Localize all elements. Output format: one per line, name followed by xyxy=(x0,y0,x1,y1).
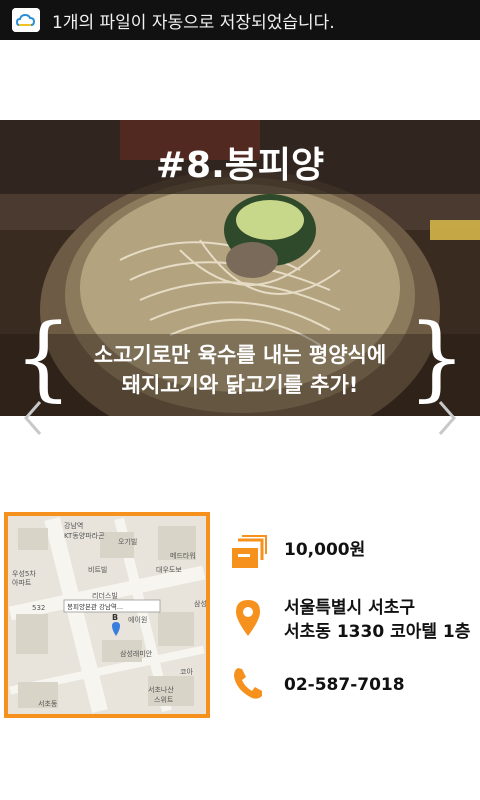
phone-text[interactable]: 02-587-7018 xyxy=(284,673,405,697)
svg-text:서초나산: 서초나산 xyxy=(148,685,174,694)
svg-text:삼성: 삼성 xyxy=(194,599,206,608)
svg-text:강남역: 강남역 xyxy=(64,521,83,530)
svg-text:아파트: 아파트 xyxy=(12,578,32,587)
next-arrow-icon[interactable] xyxy=(436,400,458,436)
svg-text:KT동양파라곤: KT동양파라곤 xyxy=(64,531,105,540)
cloud-icon xyxy=(12,8,40,32)
address-block: 서울특별시 서초구 서초동 1330 코아텔 1층 xyxy=(284,596,470,644)
svg-text:532: 532 xyxy=(32,604,45,612)
phone-icon xyxy=(234,668,262,699)
address-line-1: 서울특별시 서초구 xyxy=(284,598,416,618)
svg-text:에이원: 에이원 xyxy=(128,615,147,624)
previous-arrow-icon[interactable] xyxy=(22,400,44,436)
restaurant-title: #8.봉피양 xyxy=(155,145,325,186)
svg-text:우성5차: 우성5차 xyxy=(12,569,36,578)
ticket-icon xyxy=(232,535,267,568)
svg-text:서초동: 서초동 xyxy=(38,699,58,708)
map-popup-text: 봉피양본관 강남역... xyxy=(67,602,123,611)
svg-text:삼성래미안: 삼성래미안 xyxy=(120,649,153,658)
svg-text:비트빌: 비트빌 xyxy=(88,565,107,574)
location-pin-icon xyxy=(236,600,260,636)
svg-text:대우도보: 대우도보 xyxy=(156,566,182,574)
status-bar: 1개의 파일이 자동으로 저장되었습니다. xyxy=(0,0,480,40)
svg-text:코아: 코아 xyxy=(180,667,193,676)
hero-image[interactable]: #8.봉피양 { } 소고기로만 육수를 내는 평양식에 돼지고기와 닭고기를 … xyxy=(0,120,480,416)
map-graphic: 강남역 KT동양파라곤 오기빌 비트빌 리더스빌 우성5차 아파트 532 메드… xyxy=(8,516,206,714)
svg-text:스위트: 스위트 xyxy=(154,696,174,704)
hero-caption: 소고기로만 육수를 내는 평양식에 돼지고기와 닭고기를 추가! xyxy=(60,340,420,400)
address-line-2: 서초동 1330 코아텔 1층 xyxy=(284,622,471,642)
svg-text:리더스빌: 리더스빌 xyxy=(92,591,118,600)
caption-line-2: 돼지고기와 닭고기를 추가! xyxy=(121,373,359,397)
notification-text: 1개의 파일이 자동으로 저장되었습니다. xyxy=(52,13,335,33)
location-map[interactable]: 강남역 KT동양파라곤 오기빌 비트빌 리더스빌 우성5차 아파트 532 메드… xyxy=(4,512,210,718)
map-pin-label: B xyxy=(112,613,118,622)
svg-text:오기빌: 오기빌 xyxy=(118,537,137,546)
svg-text:메드타워: 메드타워 xyxy=(170,551,196,560)
price-text: 10,000원 xyxy=(284,540,366,560)
caption-line-1: 소고기로만 육수를 내는 평양식에 xyxy=(93,343,387,367)
